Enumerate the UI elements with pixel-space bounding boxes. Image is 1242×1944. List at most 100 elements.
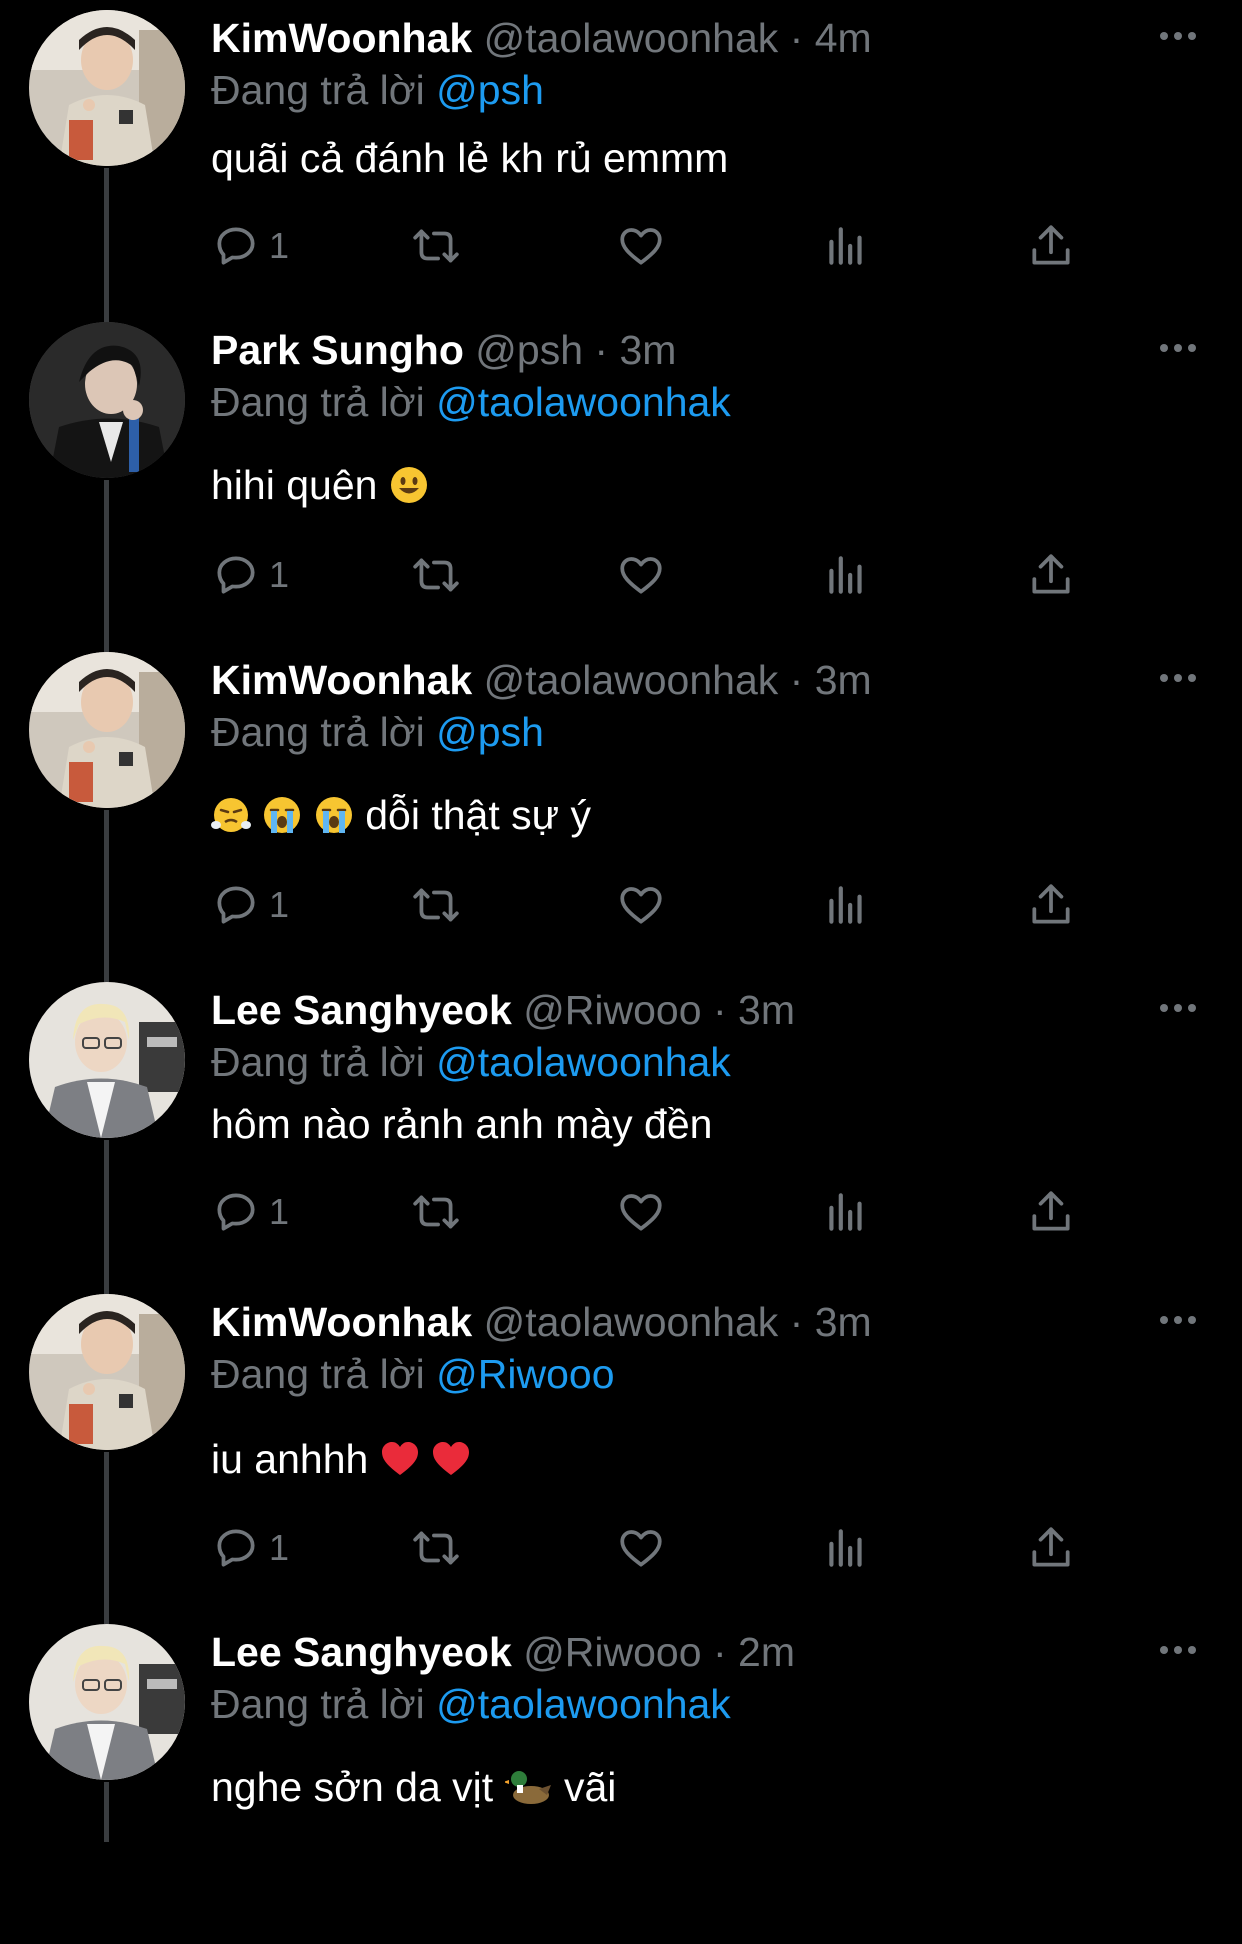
- replying-mention[interactable]: @taolawoonhak: [436, 1681, 731, 1727]
- separator: ·: [789, 15, 804, 61]
- like-button[interactable]: [616, 218, 666, 274]
- more-icon[interactable]: [1158, 1002, 1198, 1014]
- reply-count: 1: [269, 225, 290, 266]
- share-button[interactable]: [1026, 547, 1076, 603]
- author-name[interactable]: KimWoonhak: [211, 1299, 472, 1345]
- views-button[interactable]: [821, 218, 871, 274]
- share-button[interactable]: [1026, 1520, 1076, 1576]
- retweet-button[interactable]: [411, 218, 461, 274]
- avatar-kimwoonhak: [29, 652, 185, 808]
- tweet-text-content-end: vãi: [564, 1764, 617, 1810]
- replying-to: Đang trả lời @Riwooo: [211, 1348, 615, 1400]
- reply-button[interactable]: 1: [211, 1184, 289, 1240]
- avatar[interactable]: [29, 10, 185, 166]
- more-icon[interactable]: [1158, 30, 1198, 42]
- share-button[interactable]: [1026, 218, 1076, 274]
- reply-button[interactable]: 1: [211, 1520, 289, 1576]
- replying-to: Đang trả lời @taolawoonhak: [211, 1678, 731, 1730]
- more-icon[interactable]: [1158, 342, 1198, 354]
- tweet-text: quãi cả đánh lẻ kh rủ emmm: [211, 130, 728, 186]
- retweet-icon: [413, 558, 459, 592]
- avatar-kimwoonhak: [29, 1294, 185, 1450]
- share-button[interactable]: [1026, 1184, 1076, 1240]
- more-icon[interactable]: [1158, 1314, 1198, 1326]
- views-button[interactable]: [821, 547, 871, 603]
- timestamp[interactable]: 2m: [738, 1629, 795, 1675]
- replying-mention[interactable]: @taolawoonhak: [436, 379, 731, 425]
- author-handle[interactable]: @Riwooo: [523, 1629, 701, 1675]
- reply-button[interactable]: 1: [211, 877, 289, 933]
- views-icon: [829, 227, 862, 265]
- author-name[interactable]: KimWoonhak: [211, 15, 472, 61]
- tweet-text: dỗi thật sự ý: [211, 787, 591, 843]
- retweet-button[interactable]: [411, 1184, 461, 1240]
- reply-icon: [217, 227, 255, 265]
- views-icon: [829, 1529, 862, 1567]
- replying-mention[interactable]: @Riwooo: [436, 1351, 614, 1397]
- retweet-button[interactable]: [411, 877, 461, 933]
- duck-emoji: [504, 1767, 553, 1807]
- retweet-icon: [413, 888, 459, 922]
- timestamp[interactable]: 4m: [815, 15, 872, 61]
- timestamp[interactable]: 3m: [619, 327, 676, 373]
- tweet-text-content: hôm nào rảnh anh mày đền: [211, 1101, 713, 1147]
- author-name[interactable]: Park Sungho: [211, 327, 464, 373]
- author-handle[interactable]: @taolawoonhak: [484, 1299, 779, 1345]
- author-handle[interactable]: @taolawoonhak: [484, 15, 779, 61]
- replying-mention[interactable]: @taolawoonhak: [436, 1039, 731, 1085]
- avatar[interactable]: [29, 1294, 185, 1450]
- views-button[interactable]: [821, 1520, 871, 1576]
- like-button[interactable]: [616, 1520, 666, 1576]
- like-icon: [620, 1530, 662, 1567]
- views-button[interactable]: [821, 1184, 871, 1240]
- tweet-header: Park Sungho @psh · 3m: [211, 324, 676, 376]
- replying-mention[interactable]: @psh: [436, 67, 544, 113]
- replying-mention[interactable]: @psh: [436, 709, 544, 755]
- reply-count: 1: [269, 884, 290, 925]
- views-button[interactable]: [821, 877, 871, 933]
- reply-count: 1: [269, 1191, 290, 1232]
- author-handle[interactable]: @Riwooo: [523, 987, 701, 1033]
- retweet-icon: [413, 229, 459, 263]
- avatar[interactable]: [29, 652, 185, 808]
- like-button[interactable]: [616, 877, 666, 933]
- author-name[interactable]: Lee Sanghyeok: [211, 987, 512, 1033]
- share-icon: [1032, 884, 1070, 924]
- replying-prefix: Đang trả lời: [211, 67, 425, 113]
- like-button[interactable]: [616, 547, 666, 603]
- reply-icon: [217, 886, 255, 924]
- timestamp[interactable]: 3m: [738, 987, 795, 1033]
- avatar[interactable]: [29, 982, 185, 1138]
- reply-icon: [217, 1529, 255, 1567]
- author-name[interactable]: KimWoonhak: [211, 657, 472, 703]
- more-icon[interactable]: [1158, 1644, 1198, 1656]
- retweet-button[interactable]: [411, 1520, 461, 1576]
- tweet[interactable]: Lee Sanghyeok @Riwooo · 2m Đang trả lời …: [0, 1614, 1242, 1944]
- reply-button[interactable]: 1: [211, 547, 289, 603]
- author-handle[interactable]: @taolawoonhak: [484, 657, 779, 703]
- replying-to: Đang trả lời @psh: [211, 64, 544, 116]
- share-button[interactable]: [1026, 877, 1076, 933]
- like-button[interactable]: [616, 1184, 666, 1240]
- tweet[interactable]: KimWoonhak @taolawoonhak · 3m Đang trả l…: [0, 642, 1242, 972]
- tweet[interactable]: KimWoonhak @taolawoonhak · 4m Đang trả l…: [0, 0, 1242, 330]
- views-icon: [829, 556, 862, 594]
- tweet-text: hihi quên: [211, 457, 429, 513]
- avatar[interactable]: [29, 322, 185, 478]
- tweet[interactable]: Lee Sanghyeok @Riwooo · 3m Đang trả lời …: [0, 972, 1242, 1302]
- tweet[interactable]: Park Sungho @psh · 3m Đang trả lời @taol…: [0, 312, 1242, 642]
- avatar[interactable]: [29, 1624, 185, 1780]
- author-handle[interactable]: @psh: [475, 327, 583, 373]
- replying-prefix: Đang trả lời: [211, 1039, 425, 1085]
- author-name[interactable]: Lee Sanghyeok: [211, 1629, 512, 1675]
- share-icon: [1032, 1527, 1070, 1567]
- reply-button[interactable]: 1: [211, 218, 289, 274]
- tweet-header: KimWoonhak @taolawoonhak · 3m: [211, 654, 872, 706]
- reply-count: 1: [269, 1527, 290, 1568]
- tweet-text: hôm nào rảnh anh mày đền: [211, 1096, 712, 1152]
- timestamp[interactable]: 3m: [815, 1299, 872, 1345]
- tweet[interactable]: KimWoonhak @taolawoonhak · 3m Đang trả l…: [0, 1284, 1242, 1614]
- more-icon[interactable]: [1158, 672, 1198, 684]
- retweet-button[interactable]: [411, 547, 461, 603]
- timestamp[interactable]: 3m: [815, 657, 872, 703]
